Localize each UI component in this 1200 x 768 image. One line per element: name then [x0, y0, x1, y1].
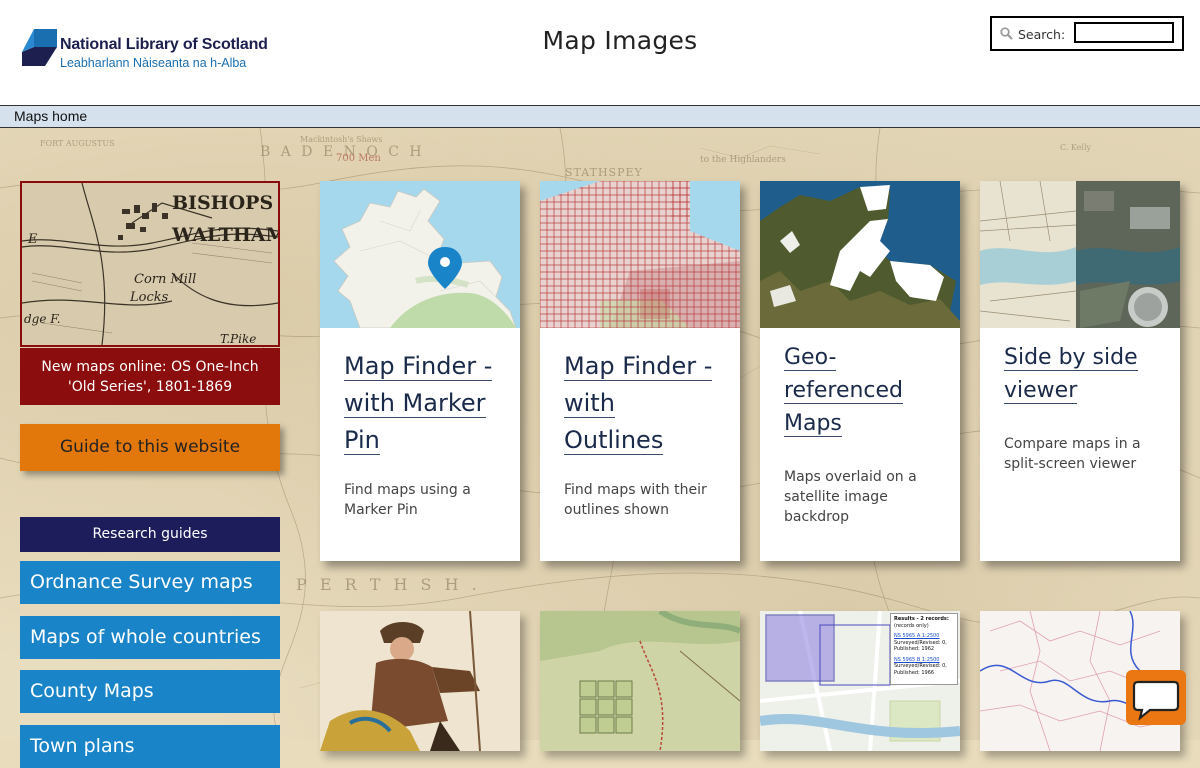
result-detail: Published: 1966 [894, 669, 935, 676]
result-detail: Published: 1962 [894, 646, 935, 652]
featured-map-label: E [27, 232, 38, 247]
site-header: National Library of Scotland Leabharlann… [0, 0, 1200, 105]
logo-gaelic-name: Leabharlann Nàiseanta na h-Alba [60, 56, 247, 70]
card-title-line: with [564, 389, 615, 418]
live-chat-button[interactable] [1126, 670, 1186, 725]
search-box: Search: [990, 16, 1184, 51]
featured-map-image[interactable]: BISHOPS WALTHAM Corn Mill Locks T.Pike E… [20, 181, 280, 347]
page-title: Map Images [542, 26, 698, 55]
featured-map-label: T.Pike [220, 332, 256, 345]
featured-caption-line: New maps online: OS One-Inch [41, 359, 259, 375]
search-icon [1000, 27, 1013, 40]
result-detail: Surveyed/Revised: 0, [894, 663, 947, 669]
card-title-line: with Marker [344, 389, 486, 418]
card-map-search-results[interactable]: Results - 2 records: (records only) NS 5… [760, 611, 960, 751]
card-desc-line: Marker Pin [344, 502, 418, 518]
card-image-historic-figure[interactable] [320, 611, 520, 751]
results-heading: Results - 2 records: [894, 616, 949, 622]
card-title-line: Outlines [564, 426, 664, 455]
card-desc-line: Maps overlaid on a [784, 469, 917, 485]
card-description: Maps overlaid on a satellite image backd… [784, 467, 949, 527]
breadcrumb-bar: Maps home [0, 105, 1200, 128]
card-title-line: referenced [784, 378, 904, 404]
search-label: Search: [1018, 27, 1066, 42]
chat-bubble-icon [1132, 680, 1180, 721]
featured-map-label: WALTHAM [171, 224, 278, 246]
nls-logo-icon [22, 29, 57, 66]
logo-english-name: National Library of Scotland [60, 36, 268, 53]
card-title-line: Side by side [1004, 345, 1138, 371]
card-desc-line: Compare maps in a [1004, 436, 1141, 452]
bg-map-label: Mackintosh's Shaws [300, 135, 383, 144]
featured-map-label: Corn Mill [134, 272, 196, 287]
card-image-outlines[interactable] [540, 181, 740, 328]
card-title-line: viewer [1004, 378, 1078, 404]
card-image-side-by-side[interactable] [980, 181, 1180, 328]
card-desc-line: backdrop [784, 509, 850, 525]
card-description: Compare maps in a split-screen viewer [1004, 434, 1169, 474]
bg-map-label: 700 Men [336, 153, 381, 164]
bg-map-label: P E R T H S H . [296, 575, 481, 594]
bg-map-label: FORT AUGUSTUS [40, 139, 115, 148]
research-guide-county-maps[interactable]: County Maps [20, 670, 280, 713]
card-title[interactable]: Side by side viewer [1004, 341, 1169, 407]
card-desc-line: outlines shown [564, 502, 669, 518]
featured-map-label: dge F. [24, 312, 61, 326]
card-description: Find maps using a Marker Pin [344, 480, 509, 520]
card-desc-line: Find maps with their [564, 482, 707, 498]
research-guide-whole-countries[interactable]: Maps of whole countries [20, 616, 280, 659]
card-side-by-side-viewer[interactable]: Side by side viewer Compare maps in a sp… [980, 181, 1180, 561]
featured-maps-caption[interactable]: New maps online: OS One-Inch 'Old Series… [20, 348, 280, 405]
card-image-estate-plan[interactable] [540, 611, 740, 751]
bg-map-label: to the Highlanders [700, 155, 786, 165]
research-guide-town-plans[interactable]: Town plans [20, 725, 280, 768]
featured-caption-line: 'Old Series', 1801-1869 [67, 379, 233, 395]
card-title-line: Geo- [784, 345, 837, 371]
card-title-line: Pin [344, 426, 380, 455]
card-map-finder-outlines[interactable]: Map Finder - with Outlines Find maps wit… [540, 181, 740, 561]
featured-map-label: Locks [129, 290, 169, 305]
card-desc-line: satellite image [784, 489, 888, 505]
search-input[interactable] [1074, 22, 1174, 43]
featured-map-label: BISHOPS [172, 192, 273, 214]
card-georeferenced-maps[interactable]: Geo- referenced Maps Maps overlaid on a … [760, 181, 960, 561]
card-desc-line: Find maps using a [344, 482, 471, 498]
bg-map-label: STATHSPEY [565, 166, 643, 179]
card-historic-figure[interactable] [320, 611, 520, 751]
card-title-line: Maps [784, 411, 842, 437]
research-guides-heading: Research guides [20, 517, 280, 552]
featured-maps-panel[interactable]: BISHOPS WALTHAM Corn Mill Locks T.Pike E… [20, 181, 280, 405]
search-results-panel: Results - 2 records: (records only) NS 5… [890, 613, 958, 685]
card-title[interactable]: Map Finder - with Outlines [564, 348, 729, 459]
research-guide-ordnance-survey[interactable]: Ordnance Survey maps [20, 561, 280, 604]
nls-logo[interactable]: National Library of Scotland Leabharlann… [20, 26, 320, 72]
card-image-georeferenced[interactable] [760, 181, 960, 328]
maps-home-link[interactable]: Maps home [14, 108, 87, 124]
card-desc-line: split-screen viewer [1004, 456, 1137, 472]
card-description: Find maps with their outlines shown [564, 480, 729, 520]
card-estate-plan[interactable] [540, 611, 740, 751]
results-subheading: (records only) [894, 622, 929, 629]
card-title-line: Map Finder - [344, 352, 493, 381]
card-image-marker-pin[interactable] [320, 181, 520, 328]
card-title-line: Map Finder - [564, 352, 713, 381]
bg-map-label: C. Kelly [1060, 143, 1092, 152]
card-title[interactable]: Geo- referenced Maps [784, 341, 949, 440]
card-map-finder-marker-pin[interactable]: Map Finder - with Marker Pin Find maps u… [320, 181, 520, 561]
guide-to-website-button[interactable]: Guide to this website [20, 424, 280, 471]
card-title[interactable]: Map Finder - with Marker Pin [344, 348, 509, 459]
